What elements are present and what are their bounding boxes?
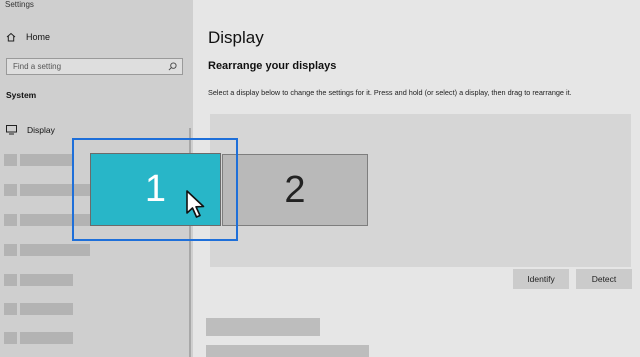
sidebar-item-placeholder[interactable] (4, 303, 73, 315)
sidebar-item-placeholder[interactable] (4, 244, 90, 256)
page-title: Display (208, 28, 264, 47)
section-description: Select a display below to change the set… (208, 88, 572, 97)
monitor-icon (6, 125, 17, 135)
placeholder-label (20, 303, 73, 315)
search-input[interactable]: Find a setting (6, 58, 183, 75)
sidebar-item-display[interactable]: Display (6, 125, 55, 135)
sidebar-item-placeholder[interactable] (4, 332, 73, 344)
placeholder-icon (4, 154, 17, 166)
app-title: Settings (5, 0, 34, 9)
search-placeholder: Find a setting (13, 62, 62, 71)
placeholder-icon (4, 214, 17, 226)
search-icon (168, 62, 177, 71)
placeholder-block (206, 318, 320, 336)
placeholder-label (20, 332, 73, 344)
placeholder-icon (4, 274, 17, 286)
identify-button[interactable]: Identify (513, 269, 569, 289)
sidebar-item-home[interactable]: Home (6, 32, 50, 42)
placeholder-label (20, 154, 73, 166)
detect-button[interactable]: Detect (576, 269, 632, 289)
home-icon (6, 32, 16, 42)
display-2-tile[interactable]: 2 (222, 154, 368, 226)
placeholder-icon (4, 303, 17, 315)
sidebar-item-placeholder[interactable] (4, 274, 73, 286)
placeholder-block (206, 345, 369, 357)
display-number: 2 (284, 168, 306, 211)
sidebar-section-heading: System (6, 90, 37, 100)
placeholder-icon (4, 184, 17, 196)
placeholder-icon (4, 332, 17, 344)
section-title: Rearrange your displays (208, 60, 337, 72)
placeholder-icon (4, 244, 17, 256)
selection-frame (72, 138, 238, 241)
sidebar-item-placeholder[interactable] (4, 154, 73, 166)
mouse-cursor-icon (186, 190, 205, 218)
sidebar-item-label: Home (26, 32, 51, 42)
placeholder-label (20, 244, 90, 256)
placeholder-label (20, 274, 73, 286)
sidebar-item-label: Display (27, 125, 55, 135)
